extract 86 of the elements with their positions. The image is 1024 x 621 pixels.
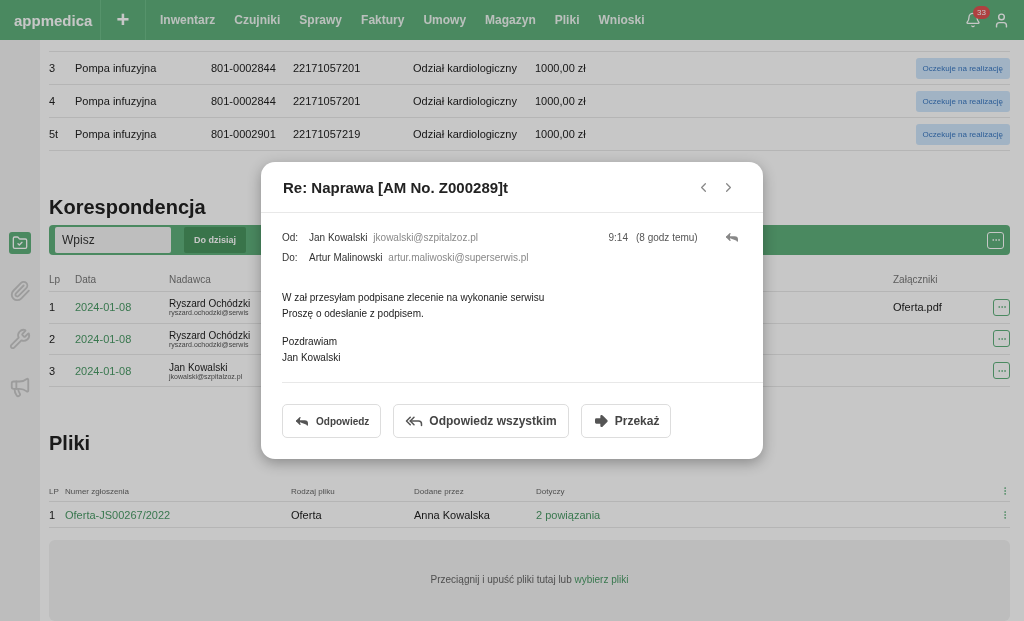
recipient-email: artur.maliwoski@superserwis.pl <box>388 251 529 263</box>
message-paragraph: W zał przesyłam podpisane zlecenie na wykonanie serwisu Proszę o odesłanie z podpisem. <box>282 291 546 321</box>
sender-name: Jan Kowalski <box>309 231 368 243</box>
nav-link[interactable]: Czujniki <box>234 13 281 27</box>
file-link[interactable]: Oferta-JS00267/2022 <box>65 508 291 521</box>
column-header: Załączniki <box>893 274 939 286</box>
table-cell-text: 1000,00 zł <box>535 128 587 140</box>
column-header: Dodane przez <box>414 486 465 496</box>
nav-link[interactable]: Pliki <box>554 13 580 27</box>
sender-email: jkowalski@szpitalzoz.pl <box>373 231 478 243</box>
date-link[interactable]: 2024-01-08 <box>75 301 169 314</box>
column-header: Dotyczy <box>536 486 566 496</box>
nav-link[interactable]: Inwentarz <box>160 13 216 27</box>
related-link[interactable]: 2 powiązania <box>536 508 636 521</box>
dialog-title: Re: Naprawa [AM No. Z000289]t <box>283 178 510 196</box>
arrow-right-icon <box>592 413 609 429</box>
column-header: Lp <box>49 274 62 286</box>
status-badge: Oczekuje na realizację <box>915 123 1010 145</box>
sender-name: Ryszard Ochódzki <box>169 298 251 310</box>
date-link[interactable]: 2024-01-08 <box>75 364 169 377</box>
recipient-name: Artur Malinowski <box>309 251 383 263</box>
table-cell-text: Odział kardiologiczny <box>413 95 518 107</box>
add-button[interactable]: + <box>100 0 146 40</box>
megaphone-icon[interactable] <box>9 376 31 398</box>
notification-badge: 33 <box>973 6 990 19</box>
forward-button[interactable]: Przekaż <box>580 404 672 438</box>
table-cell-text: 801-0002844 <box>211 95 277 107</box>
paperclip-icon[interactable] <box>9 280 31 302</box>
choose-files-link[interactable]: wybierz pliki <box>574 574 629 586</box>
table-cell-text: Oferta <box>291 508 323 521</box>
column-header: Rodzaj pliku <box>291 486 336 496</box>
table-cell-text: Pompa infuzyjna <box>75 62 158 74</box>
more-button[interactable] <box>993 298 1010 316</box>
app-logo[interactable]: appmedica <box>0 11 100 29</box>
nav-link[interactable]: Wnioski <box>598 13 645 27</box>
table-cell-text: 5t <box>49 128 60 140</box>
table-cell-text: 22171057201 <box>293 62 362 74</box>
section-heading: Pliki <box>49 431 92 456</box>
table-cell-text: Pompa infuzyjna <box>75 128 158 140</box>
table-cell-text: 1 <box>49 508 57 521</box>
sender-name: Jan Kowalski <box>169 361 228 373</box>
status-badge: Oczekuje na realizację <box>915 90 1010 112</box>
table-cell-text: 1000,00 zł <box>535 62 587 74</box>
date-link[interactable]: 2024-01-08 <box>75 333 169 345</box>
status-badge: Oczekuje na realizację <box>915 57 1010 79</box>
wrench-icon[interactable] <box>9 328 31 350</box>
sender-name: Ryszard Ochódzki <box>169 330 251 341</box>
field-label: Do: <box>282 251 299 263</box>
table-cell-text: Anna Kowalska <box>414 508 491 521</box>
table-cell-text: 801-0002901 <box>211 128 277 140</box>
table-cell-text: 2 <box>49 333 57 345</box>
field-label: Od: <box>282 231 300 243</box>
section-heading: Korespondencja <box>49 195 207 219</box>
folder-check-icon[interactable] <box>9 232 31 254</box>
table-cell-text: 4 <box>49 95 57 107</box>
column-header: Numer zgłoszenia <box>65 486 131 496</box>
more-button[interactable] <box>993 330 1010 348</box>
user-icon[interactable] <box>993 11 1010 29</box>
table-cell-text: Pompa infuzyjna <box>75 95 158 107</box>
table-cell-text: 3 <box>49 62 57 74</box>
dropzone-text: Przeciągnij i upuść pliki tutaj lub wybierz pliki <box>430 574 629 588</box>
attachment-link[interactable]: Oferta.pdf <box>893 301 973 314</box>
file-dropzone[interactable]: Przeciągnij i upuść pliki tutaj lub wybierz pliki <box>49 540 1010 621</box>
table-cell-text: 22171057201 <box>293 95 362 107</box>
table-cell-text: Odział kardiologiczny <box>413 128 518 140</box>
reply-all-button[interactable]: Odpowiedz wszystkim <box>393 404 569 438</box>
table-cell-text: 3 <box>49 364 57 377</box>
table-cell-text: 1000,00 zł <box>535 95 587 107</box>
filter-button[interactable]: Do dzisiaj <box>184 227 246 253</box>
nav-link[interactable]: Sprawy <box>299 13 343 27</box>
message-age: (8 godz temu) <box>636 231 699 243</box>
column-header: Nadawca <box>169 274 212 286</box>
message-paragraph: Pozdrawiam Jan Kowalski <box>282 335 342 365</box>
nav-link[interactable]: Faktury <box>361 13 405 27</box>
table-cell-text: 22171057219 <box>293 128 362 140</box>
more-button[interactable] <box>993 362 1010 380</box>
search-field[interactable]: Wpisz <box>55 227 171 253</box>
column-header: Data <box>75 274 98 286</box>
nav-link[interactable]: Magazyn <box>485 13 536 27</box>
reply-button[interactable]: Odpowiedz <box>282 404 382 438</box>
column-header: LP <box>49 486 60 496</box>
message-time: 9:14 <box>608 231 628 243</box>
table-cell-text: 1 <box>49 301 57 314</box>
nav-link[interactable]: Umowy <box>423 13 467 27</box>
table-cell-text: Odział kardiologiczny <box>413 62 518 74</box>
table-cell-text: 801-0002844 <box>211 62 277 74</box>
